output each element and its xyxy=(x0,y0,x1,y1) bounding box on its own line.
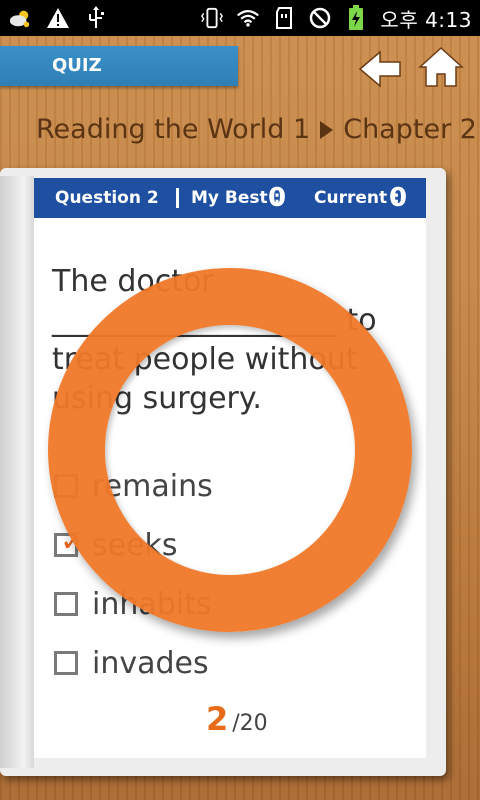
clock: 오후 4:13 xyxy=(380,7,472,32)
usb-icon xyxy=(84,6,108,30)
current-page: 2 xyxy=(206,700,229,738)
sd-card-icon xyxy=(272,6,296,30)
checkbox[interactable] xyxy=(54,592,78,616)
option-invades[interactable]: invades xyxy=(54,645,209,681)
no-signal-icon xyxy=(308,6,332,30)
breadcrumb-chapter: Chapter 2 xyxy=(343,114,477,145)
page-indicator: 2 /20 xyxy=(206,700,268,738)
current-score-label: Current : xyxy=(314,188,400,208)
checkbox[interactable] xyxy=(54,651,78,675)
current-score-value: 0 xyxy=(389,183,408,213)
best-score-label: My Best : xyxy=(191,188,281,208)
status-bar: 오후 4:13 xyxy=(0,0,480,36)
vibrate-icon xyxy=(200,6,224,30)
battery-charging-icon xyxy=(344,5,368,30)
back-button[interactable] xyxy=(358,50,404,88)
correct-answer-ring xyxy=(48,268,412,632)
back-arrow-icon xyxy=(358,50,401,88)
best-score-value: 0 xyxy=(268,183,287,213)
question-bar: Question 2 My Best : 0 Current : 0 xyxy=(34,178,426,218)
wifi-icon xyxy=(236,6,260,30)
breadcrumb-separator-icon xyxy=(320,120,334,139)
weather-icon xyxy=(8,6,32,30)
divider xyxy=(176,188,179,208)
quiz-banner: QUIZ xyxy=(0,46,238,86)
option-label: invades xyxy=(92,645,209,681)
quiz-title: QUIZ xyxy=(52,55,102,76)
breadcrumb-book: Reading the World 1 xyxy=(36,114,311,145)
warning-icon xyxy=(46,6,70,30)
book-spine xyxy=(0,176,34,768)
total-pages: /20 xyxy=(232,711,268,736)
breadcrumb: Reading the World 1 Chapter 2 xyxy=(36,114,477,145)
question-number: Question 2 xyxy=(55,188,159,208)
home-button[interactable] xyxy=(418,46,464,88)
home-icon xyxy=(418,46,464,87)
